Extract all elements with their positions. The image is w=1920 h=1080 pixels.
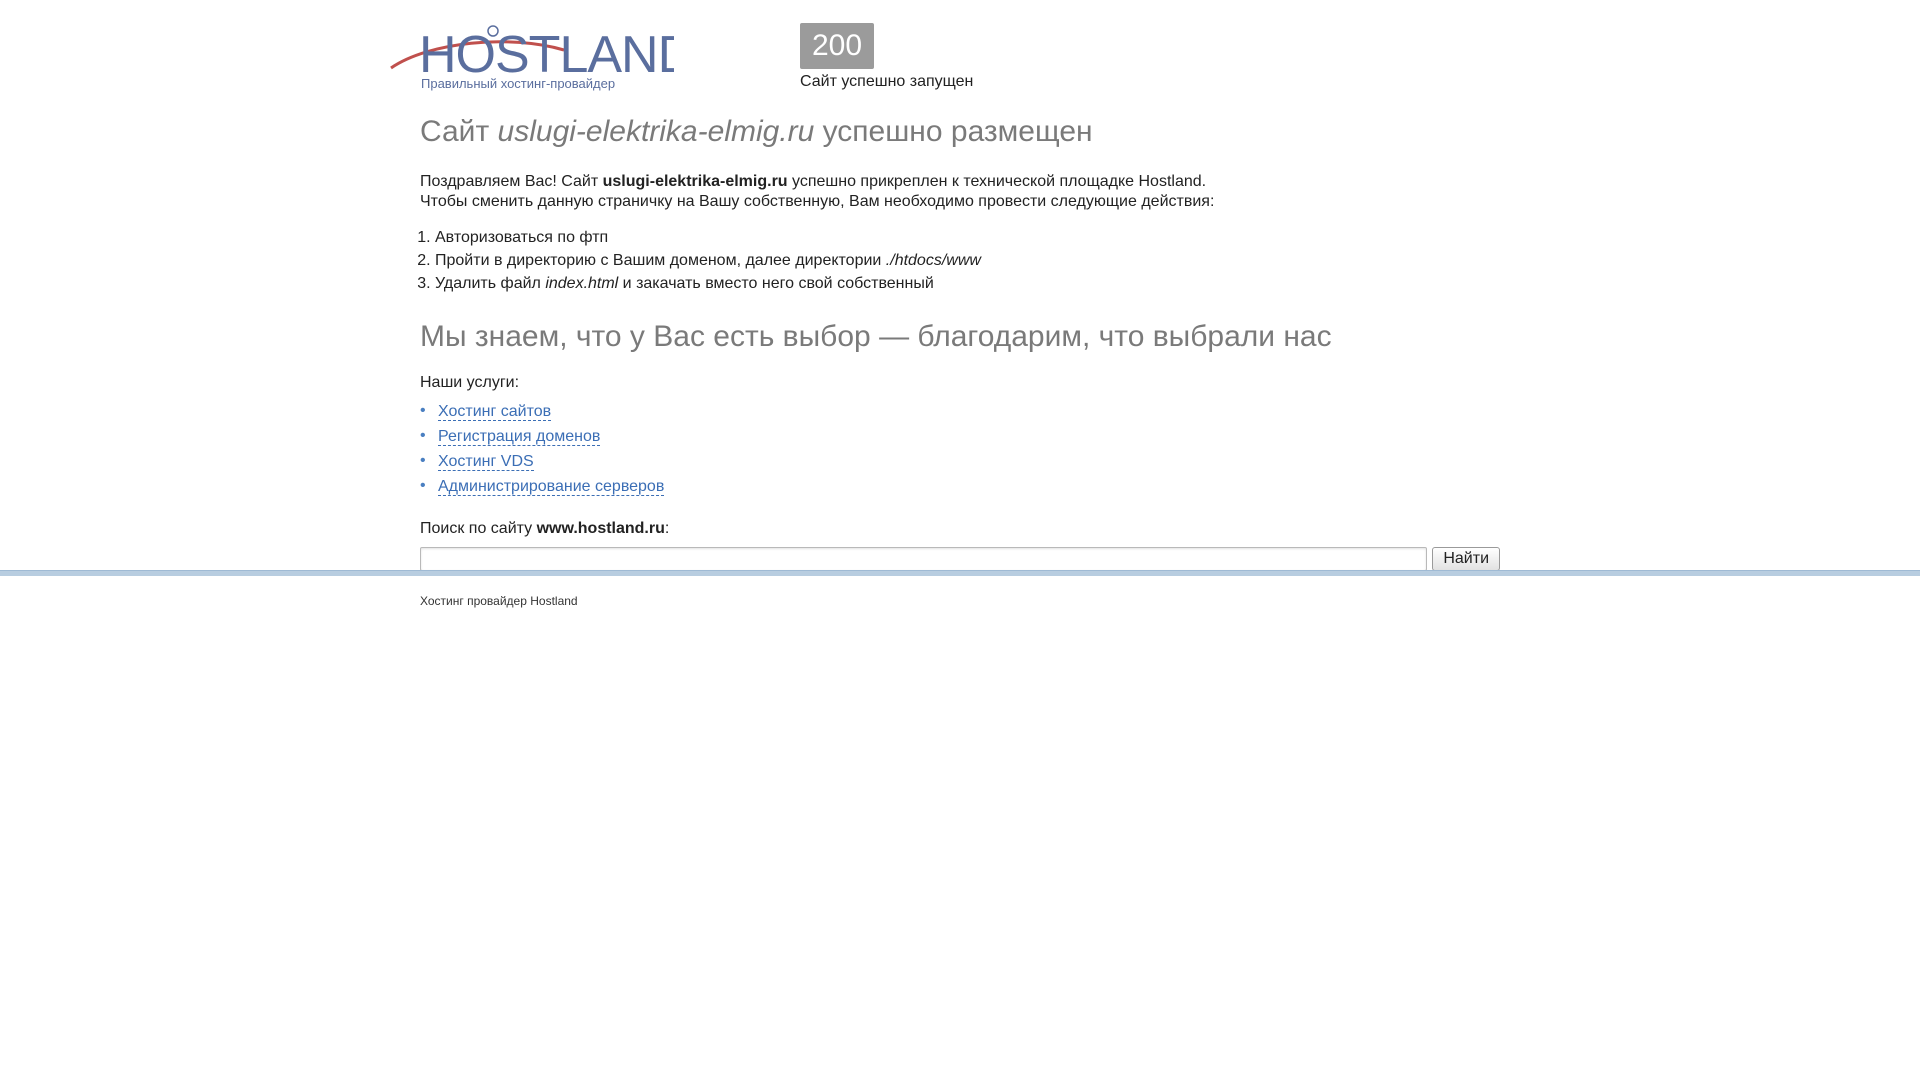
- logo-graphic: HOSTLAND Правильный хостинг-провайдер: [390, 25, 674, 91]
- step-text: Пройти в директорию с Вашим доменом, дал…: [435, 252, 886, 269]
- section-subtitle: Мы знаем, что у Вас есть выбор — благода…: [420, 320, 1332, 353]
- service-link-vds[interactable]: Хостинг VDS: [438, 453, 534, 471]
- step-path: ./htdocs/www: [885, 252, 981, 269]
- page-title: Сайт uslugi-elektrika-elmig.ru успешно р…: [420, 110, 1500, 154]
- intro-suffix: успешно прикреплен к технической площадк…: [787, 173, 1207, 190]
- status-code-badge: 200: [800, 23, 875, 69]
- services-list: Хостинг сайтов Регистрация доменов Хости…: [420, 398, 1500, 499]
- step-item: Пройти в директорию с Вашим доменом, дал…: [435, 249, 1500, 272]
- service-item: Администрирование серверов: [420, 473, 1500, 499]
- main-content: Сайт uslugi-elektrika-elmig.ru успешно р…: [420, 110, 1500, 571]
- header: HOSTLAND Правильный хостинг-провайдер 20…: [389, 22, 1489, 94]
- intro-site-name: uslugi-elektrika-elmig.ru: [602, 173, 788, 190]
- service-link-hosting[interactable]: Хостинг сайтов: [438, 403, 552, 421]
- footer-divider: [0, 570, 1920, 576]
- search-label: Поиск по сайту www.hostland.ru:: [420, 519, 1500, 539]
- search-row: Найти: [420, 547, 1500, 571]
- search-label-suffix: :: [664, 520, 670, 537]
- steps-list: Авторизоваться по фтп Пройти в директори…: [420, 226, 1500, 295]
- title-prefix: Сайт: [420, 115, 498, 148]
- service-item: Хостинг VDS: [420, 448, 1500, 474]
- intro-line-1: Поздравляем Вас! Сайт uslugi-elektrika-e…: [420, 172, 1500, 192]
- step-item: Удалить файл index.html и закачать вмест…: [435, 272, 1500, 295]
- hostland-logo[interactable]: HOSTLAND Правильный хостинг-провайдер: [389, 22, 674, 92]
- services-label: Наши услуги:: [420, 374, 520, 391]
- intro-line-2: Чтобы сменить данную страничку на Вашу с…: [420, 193, 1215, 210]
- title-suffix: успешно размещен: [814, 115, 1093, 148]
- step-text: Удалить файл: [435, 275, 546, 292]
- status-block: 200 Сайт успешно запущен: [800, 23, 973, 91]
- search-input[interactable]: [420, 547, 1428, 571]
- service-link-domains[interactable]: Регистрация доменов: [438, 428, 601, 446]
- title-site-name: uslugi-elektrika-elmig.ru: [497, 115, 815, 148]
- step-text: Авторизоваться по фтп: [435, 229, 609, 246]
- service-item: Регистрация доменов: [420, 423, 1500, 449]
- step-text-suffix: и закачать вместо него свой собственный: [618, 275, 934, 292]
- step-item: Авторизоваться по фтп: [435, 226, 1500, 249]
- service-item: Хостинг сайтов: [420, 398, 1500, 424]
- search-label-prefix: Поиск по сайту: [420, 520, 537, 537]
- service-link-admin[interactable]: Администрирование серверов: [438, 478, 665, 496]
- footer-text: Хостинг провайдер Hostland: [420, 594, 578, 608]
- search-button[interactable]: Найти: [1432, 547, 1500, 571]
- search-label-site: www.hostland.ru: [536, 520, 665, 537]
- logo-tagline: Правильный хостинг-провайдер: [421, 76, 615, 91]
- intro-prefix: Поздравляем Вас! Сайт: [420, 173, 603, 190]
- status-text: Сайт успешно запущен: [800, 73, 974, 90]
- step-file: index.html: [545, 275, 619, 292]
